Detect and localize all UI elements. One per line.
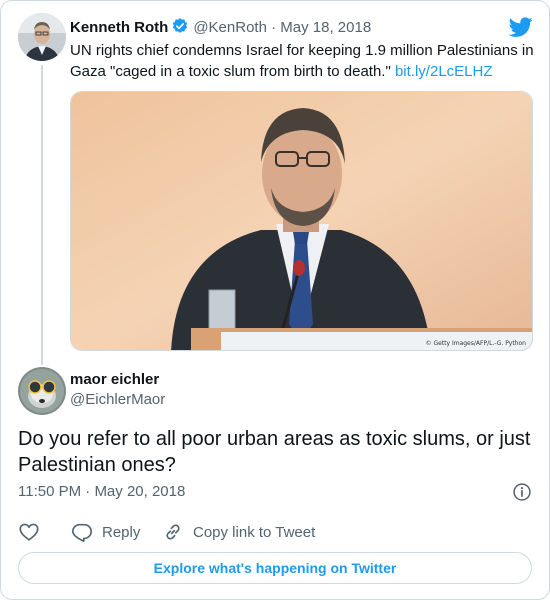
avatar-image <box>18 13 66 61</box>
copy-link-button[interactable]: Copy link to Tweet <box>162 521 315 543</box>
heart-icon <box>19 523 39 541</box>
avatar-image <box>18 367 66 415</box>
reply-button-label: Reply <box>102 523 141 541</box>
parent-author-name[interactable]: Kenneth Roth <box>70 19 168 36</box>
info-icon[interactable] <box>512 482 532 502</box>
timestamp-separator: · <box>81 483 95 500</box>
reply-author-handle[interactable]: @EichlerMaor <box>70 390 165 410</box>
explore-twitter-button[interactable]: Explore what's happening on Twitter <box>18 552 532 584</box>
parent-tweet-header: Kenneth Roth @KenRoth · May 18, 2018 <box>70 17 371 38</box>
link-icon <box>166 524 180 540</box>
reply-timestamp[interactable]: 11:50 PM · May 20, 2018 <box>18 482 185 502</box>
parent-author-handle[interactable]: @KenRoth <box>193 19 267 36</box>
reply-date: May 20, 2018 <box>94 483 186 500</box>
verified-badge-icon <box>173 18 188 33</box>
parent-tweet-text: UN rights chief condemns Israel for keep… <box>70 40 535 82</box>
reply-tweet-text: Do you refer to all poor urban areas as … <box>18 428 531 476</box>
header-separator: · <box>266 19 281 36</box>
reply-author-name[interactable]: maor eichler <box>70 370 159 390</box>
speaker-photo <box>71 92 532 350</box>
copy-link-label: Copy link to Tweet <box>193 523 316 541</box>
image-credit: © Getty Images/AFP/L.-G. Python <box>425 340 526 347</box>
parent-tweet-link[interactable]: bit.ly/2LcELHZ <box>395 63 493 80</box>
twitter-bird-icon[interactable] <box>509 15 533 39</box>
reply-button[interactable]: Reply <box>71 521 140 543</box>
like-button[interactable] <box>18 521 40 543</box>
reply-time: 11:50 PM <box>18 483 82 500</box>
reply-author-avatar[interactable] <box>18 367 66 415</box>
tweet-embed-card: Kenneth Roth @KenRoth · May 18, 2018 UN r… <box>0 0 550 600</box>
parent-tweet-date[interactable]: May 18, 2018 <box>280 19 371 36</box>
thread-connector-line <box>41 65 43 365</box>
parent-tweet-photo[interactable]: © Getty Images/AFP/L.-G. Python <box>70 91 533 351</box>
parent-author-avatar[interactable] <box>18 13 66 61</box>
speech-bubble-icon <box>72 523 92 542</box>
